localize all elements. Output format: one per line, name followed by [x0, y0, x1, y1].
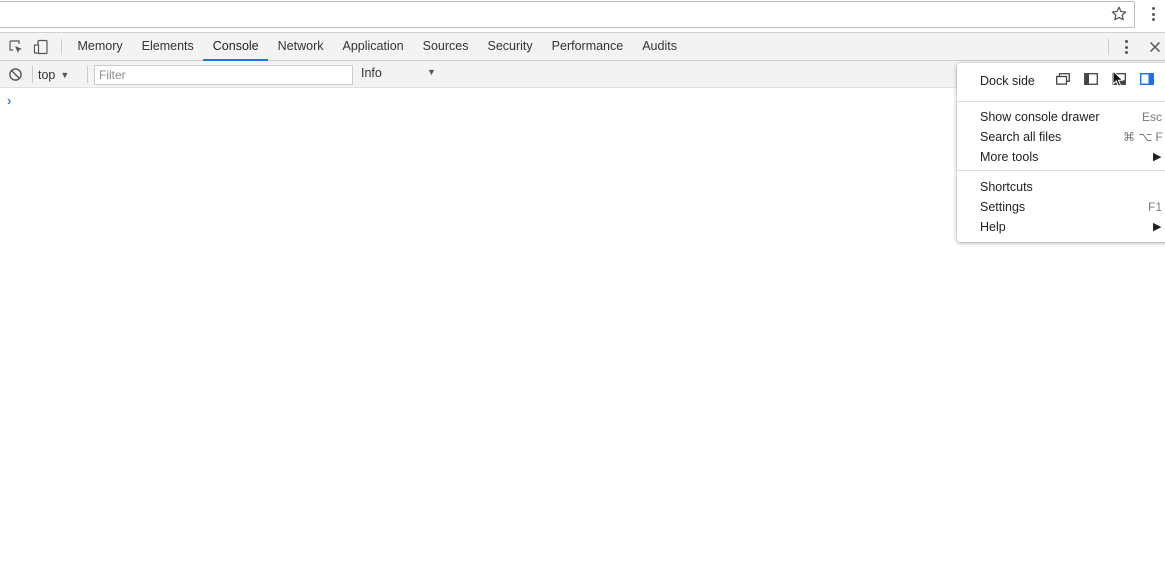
submenu-arrow-icon: ▶ [1153, 221, 1162, 233]
devtools-menu-button[interactable] [1119, 39, 1135, 55]
menu-item-settings[interactable]: Settings F1 [957, 197, 1165, 217]
tab-network[interactable]: Network [268, 33, 333, 61]
device-toolbar-icon[interactable] [33, 39, 49, 55]
menu-item-label: Shortcuts [980, 180, 1033, 194]
menu-item-label: Settings [980, 200, 1026, 214]
more-vertical-icon [1125, 40, 1128, 54]
dock-side-label: Dock side [980, 74, 1035, 88]
menu-item-shortcuts[interactable]: Shortcuts [957, 177, 1165, 197]
browser-toolbar [0, 0, 1165, 33]
address-bar[interactable] [0, 1, 1135, 28]
menu-shortcut: ⌘ ⌥ F [1123, 130, 1163, 144]
menu-item-label: Show console drawer [980, 110, 1100, 124]
menu-item-help[interactable]: Help ▶ [957, 217, 1165, 237]
tab-memory[interactable]: Memory [68, 33, 132, 61]
menu-item-label: Search all files [980, 130, 1062, 144]
inspect-element-icon[interactable] [8, 39, 24, 55]
dock-right-icon[interactable] [1140, 73, 1154, 85]
menu-item-label: Help [980, 220, 1006, 234]
toolbar-divider [1108, 39, 1109, 55]
console-prompt-icon: › [7, 93, 12, 108]
dock-left-icon[interactable] [1084, 73, 1098, 85]
bookmark-star-icon[interactable] [1110, 5, 1128, 23]
toolbar-divider [32, 66, 33, 83]
dropdown-arrow-icon: ▼ [427, 67, 436, 77]
tab-security[interactable]: Security [478, 33, 542, 61]
menu-item-search-all-files[interactable]: Search all files ⌘ ⌥ F [957, 127, 1165, 147]
toolbar-divider [61, 39, 62, 55]
mouse-cursor-icon [1112, 70, 1124, 87]
menu-item-label: More tools [980, 150, 1039, 164]
toolbar-divider [87, 66, 88, 83]
more-vertical-icon [1152, 7, 1155, 21]
dropdown-arrow-icon: ▼ [60, 69, 70, 80]
context-value: top [38, 67, 56, 82]
devtools-tabbar: Memory Elements Console Network Applicat… [0, 33, 1165, 61]
filter-input[interactable] [94, 65, 353, 85]
log-level-selector[interactable]: Info ▼ [361, 66, 439, 83]
tab-performance[interactable]: Performance [542, 33, 633, 61]
menu-divider [957, 170, 1165, 171]
menu-shortcut: Esc [1142, 110, 1163, 124]
tab-elements[interactable]: Elements [132, 33, 203, 61]
tab-application[interactable]: Application [333, 33, 413, 61]
devtools-customize-menu: Dock side Show console drawer Esc Search… [957, 63, 1165, 242]
panel-tabs: Memory Elements Console Network Applicat… [68, 33, 686, 61]
context-selector[interactable]: top ▼ [38, 66, 69, 83]
menu-shortcut: F1 [1148, 200, 1163, 214]
menu-item-more-tools[interactable]: More tools ▶ [957, 147, 1165, 167]
tab-audits[interactable]: Audits [633, 33, 687, 61]
menu-divider [957, 101, 1165, 102]
tab-console[interactable]: Console [203, 33, 269, 61]
undock-icon[interactable] [1056, 73, 1070, 85]
tab-sources[interactable]: Sources [413, 33, 478, 61]
close-icon[interactable] [1147, 39, 1163, 55]
clear-console-icon[interactable] [8, 67, 23, 82]
submenu-arrow-icon: ▶ [1153, 151, 1162, 163]
browser-menu-button[interactable] [1145, 4, 1161, 24]
menu-item-show-console-drawer[interactable]: Show console drawer Esc [957, 107, 1165, 127]
log-level-value: Info [361, 66, 382, 80]
